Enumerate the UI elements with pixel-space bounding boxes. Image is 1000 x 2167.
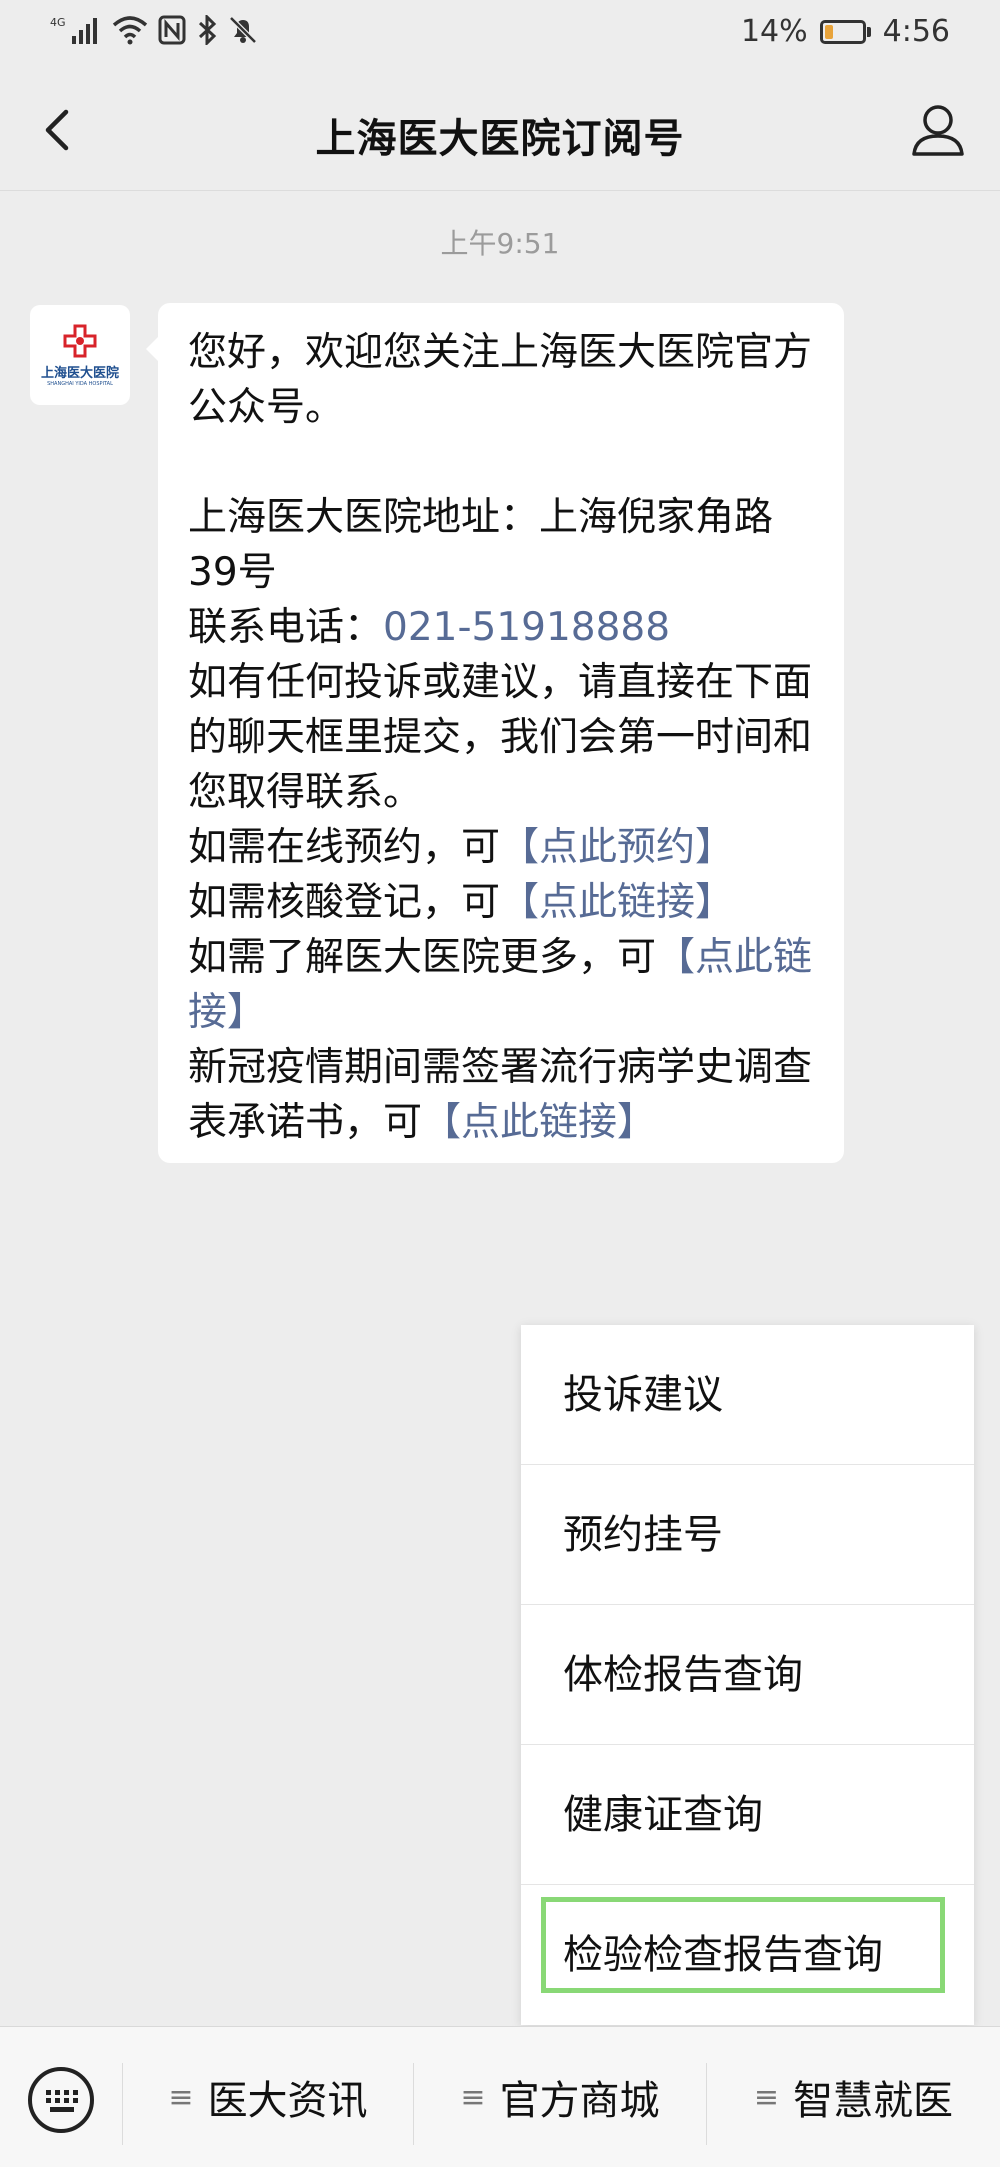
welcome-text: 您好，欢迎您关注上海医大医院官方公众号。: [188, 330, 813, 430]
menu-item-appointment[interactable]: 预约挂号: [521, 1465, 974, 1605]
tab-news[interactable]: ≡ 医大资讯: [123, 2027, 413, 2167]
keyboard-toggle-button[interactable]: [26, 2065, 96, 2135]
more-prefix: 如需了解医大医院更多，可: [188, 935, 657, 980]
avatar[interactable]: 上海医大医院 SHANGHAI YIDA HOSPITAL: [30, 305, 130, 405]
covid-link[interactable]: 【点此链接】: [422, 1100, 656, 1145]
network-type-label: 4G: [50, 16, 66, 29]
booking-prefix: 如需在线预约，可: [188, 825, 501, 870]
phone-line: 联系电话：021-51918888: [188, 600, 814, 655]
menu-item-lab-report[interactable]: 检验检查报告查询: [521, 1885, 974, 2025]
bottom-menu-bar: ≡ 医大资讯 ≡ 官方商城 ≡ 智慧就医: [0, 2026, 1000, 2167]
status-icons-right: 14% 4:56: [741, 14, 950, 49]
address-text: 上海医大医院地址：上海倪家角路39号: [188, 495, 774, 595]
menu-lines-icon: ≡: [753, 2079, 780, 2115]
tab-smart-care-label: 智慧就医: [793, 2078, 954, 2124]
chat-header: 上海医大医院订阅号: [0, 70, 1000, 191]
nucleic-link[interactable]: 【点此链接】: [500, 880, 734, 925]
page-title: 上海医大医院订阅号: [315, 116, 685, 162]
menu-item-checkup-report[interactable]: 体检报告查询: [521, 1605, 974, 1745]
tab-news-label: 医大资讯: [207, 2078, 368, 2124]
message-timestamp: 上午9:51: [440, 227, 560, 260]
covid-line: 新冠疫情期间需签署流行病学史调查表承诺书，可【点此链接】: [188, 1040, 814, 1150]
menu-lines-icon: ≡: [460, 2079, 486, 2115]
profile-button[interactable]: [906, 98, 970, 162]
tab-store-label: 官方商城: [499, 2078, 660, 2124]
tab-smart-care[interactable]: ≡ 智慧就医: [707, 2027, 1000, 2167]
logo-subtext: SHANGHAI YIDA HOSPITAL: [47, 380, 113, 387]
complaint-text: 如有任何投诉或建议，请直接在下面的聊天框里提交，我们会第一时间和您取得联系。: [188, 660, 813, 815]
keyboard-icon: [28, 2067, 94, 2133]
status-icons-left: 4G: [50, 14, 258, 46]
nucleic-line: 如需核酸登记，可【点此链接】: [188, 875, 814, 930]
menu-item-complaint[interactable]: 投诉建议: [521, 1325, 974, 1465]
status-time: 4:56: [882, 14, 950, 49]
nucleic-prefix: 如需核酸登记，可: [188, 880, 501, 925]
logo-text: 上海医大医院: [40, 365, 119, 381]
more-line: 如需了解医大医院更多，可【点此链接】: [188, 930, 814, 1040]
phone-link[interactable]: 021-51918888: [383, 605, 670, 650]
popup-menu: 投诉建议 预约挂号 体检报告查询 健康证查询 检验检查报告查询: [521, 1325, 974, 2025]
battery-percent: 14%: [740, 14, 808, 49]
signal-icon: 4G: [50, 16, 97, 44]
wifi-icon: [112, 16, 148, 45]
bluetooth-icon: [198, 15, 217, 45]
person-icon: [912, 105, 964, 156]
tab-store[interactable]: ≡ 官方商城: [414, 2027, 706, 2167]
menu-item-health-certificate[interactable]: 健康证查询: [521, 1745, 974, 1885]
booking-link[interactable]: 【点此预约】: [500, 825, 734, 870]
menu-lines-icon: ≡: [168, 2079, 194, 2115]
status-bar: 4G 14% 4:56: [0, 0, 1000, 70]
phone-label: 联系电话：: [188, 605, 384, 650]
message-bubble: 您好，欢迎您关注上海医大医院官方公众号。 上海医大医院地址：上海倪家角路39号 …: [146, 303, 844, 1163]
nfc-icon: [158, 15, 186, 45]
mute-bell-icon: [229, 16, 257, 44]
battery-icon: [819, 19, 871, 44]
booking-line: 如需在线预约，可【点此预约】: [188, 820, 814, 875]
hospital-logo-icon: [63, 324, 97, 357]
